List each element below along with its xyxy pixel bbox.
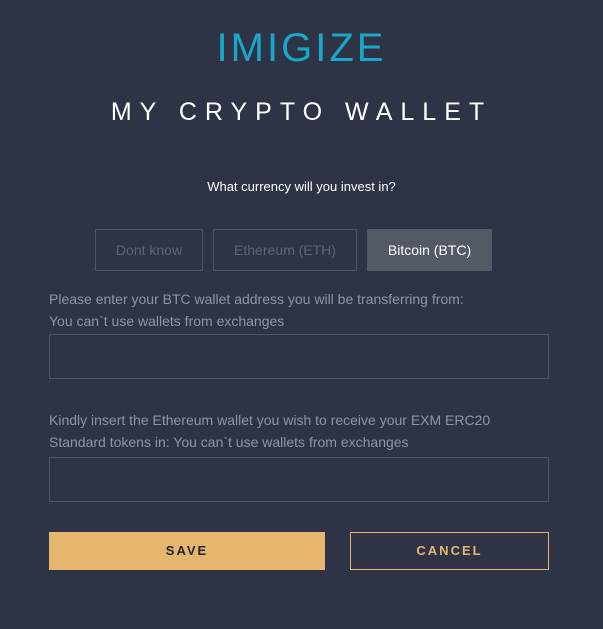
brand-logo: IMIGIZE — [216, 26, 387, 70]
btc-wallet-label: Please enter your BTC wallet address you… — [49, 288, 569, 332]
cancel-button[interactable]: CANCEL — [350, 532, 549, 570]
page-title: MY CRYPTO WALLET — [110, 98, 493, 126]
eth-wallet-label-line2: Standard tokens in: You can`t use wallet… — [49, 434, 409, 450]
eth-wallet-label: Kindly insert the Ethereum wallet you wi… — [49, 409, 569, 453]
currency-question: What currency will you invest in? — [207, 179, 396, 194]
option-bitcoin[interactable]: Bitcoin (BTC) — [367, 229, 492, 271]
btc-wallet-label-line1: Please enter your BTC wallet address you… — [49, 291, 464, 307]
btc-wallet-input[interactable] — [49, 334, 549, 379]
eth-wallet-label-line1: Kindly insert the Ethereum wallet you wi… — [49, 412, 491, 428]
btc-wallet-label-line2: You can`t use wallets from exchanges — [49, 313, 285, 329]
option-ethereum[interactable]: Ethereum (ETH) — [213, 229, 357, 271]
option-dont-know[interactable]: Dont know — [95, 229, 203, 271]
eth-wallet-input[interactable] — [49, 457, 549, 502]
save-button[interactable]: SAVE — [49, 532, 325, 570]
